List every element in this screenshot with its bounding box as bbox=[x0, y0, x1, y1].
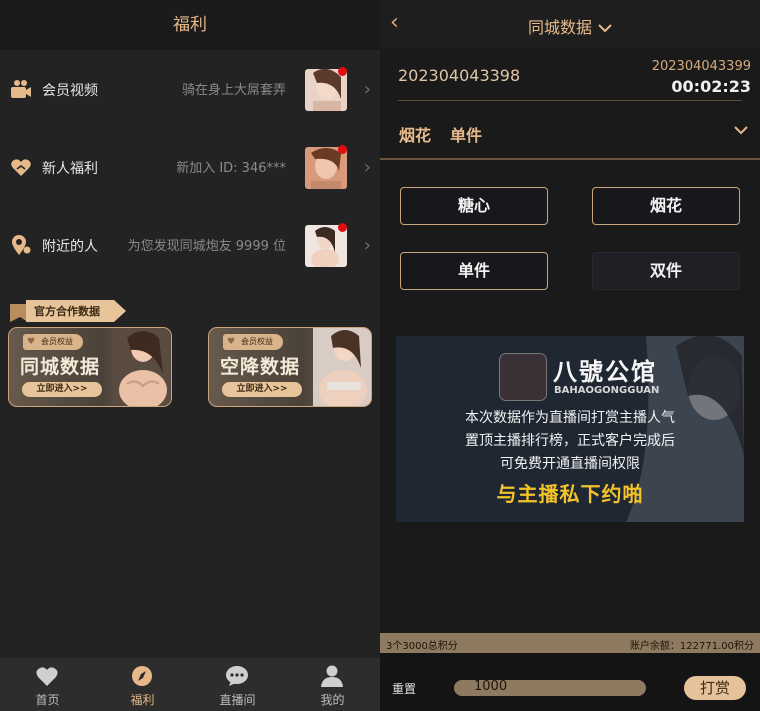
top-bar: ‹ 同城数据 bbox=[380, 0, 760, 48]
tab-label: 首页 bbox=[35, 693, 60, 707]
model-photo bbox=[313, 328, 371, 406]
page-title-dropdown[interactable]: 同城数据 bbox=[380, 14, 760, 38]
tab-home[interactable]: 首页 bbox=[0, 658, 95, 711]
row-title: 附近的人 bbox=[42, 239, 98, 255]
tab-label: 我的 bbox=[320, 693, 345, 707]
ribbon-label: 官方合作数据 bbox=[34, 305, 100, 318]
brand-name-latin: BAHAOGONGGUAN bbox=[554, 385, 660, 396]
total-points: 3个3000总积分 bbox=[386, 641, 458, 652]
banner-highlight: 与主播私下约啪 bbox=[496, 482, 644, 506]
card-city-data[interactable]: 会员权益 同城数据 立即进入>> bbox=[8, 327, 172, 407]
welfare-panel: 福利 会员视频 骑在身上大屌套弄 › 新人福利 新加入 ID: 346*** ›… bbox=[0, 0, 380, 711]
banner-text: 可免费开通直播间权限 bbox=[500, 456, 640, 472]
current-period: 202304043398 bbox=[398, 66, 521, 85]
tab-label: 直播间 bbox=[219, 693, 256, 707]
tab-welfare[interactable]: 福利 bbox=[95, 658, 190, 711]
location-pin-icon bbox=[12, 235, 31, 255]
countdown-timer: 00:02:23 bbox=[671, 77, 751, 96]
reset-button[interactable]: 重置 bbox=[392, 680, 416, 697]
amount-value: 1000 bbox=[474, 679, 508, 694]
selection-summary[interactable]: 烟花 单件 bbox=[380, 112, 760, 158]
brand-logo bbox=[499, 353, 547, 401]
chevron-down-icon bbox=[598, 24, 612, 33]
row-new-user-welfare[interactable]: 新人福利 新加入 ID: 346*** › bbox=[0, 128, 380, 206]
chevron-right-icon: › bbox=[363, 235, 371, 256]
card-title: 空降数据 bbox=[220, 356, 301, 378]
chat-icon bbox=[226, 666, 248, 686]
compass-icon bbox=[132, 666, 152, 686]
bottom-tab-bar: 首页 福利 直播间 我的 bbox=[0, 658, 380, 711]
city-data-panel: ‹ 同城数据 202304043398 202304043399 00:02:2… bbox=[380, 0, 760, 711]
model-photo bbox=[113, 328, 171, 406]
selected-option: 烟花 bbox=[399, 126, 432, 145]
action-bar: 重置 1000 打赏 bbox=[380, 653, 760, 711]
card-tag: 会员权益 bbox=[223, 334, 283, 350]
row-description: 新加入 ID: 346*** bbox=[176, 161, 286, 176]
unread-dot bbox=[338, 67, 347, 76]
banner-text: 本次数据作为直播间打赏主播人气 bbox=[465, 410, 675, 426]
option-button[interactable]: 糖心 bbox=[400, 187, 548, 225]
promo-banner[interactable]: 八號公馆 BAHAOGONGGUAN 本次数据作为直播间打赏主播人气 置顶主播排… bbox=[396, 336, 744, 522]
row-nearby-people[interactable]: 附近的人 为您发现同城炮友 9999 位 › bbox=[0, 206, 380, 284]
tab-live-room[interactable]: 直播间 bbox=[190, 658, 285, 711]
unread-dot bbox=[338, 223, 347, 232]
divider bbox=[380, 158, 760, 160]
next-period: 202304043399 bbox=[651, 59, 751, 74]
brand-name: 八號公馆 bbox=[553, 358, 657, 386]
row-title: 会员视频 bbox=[42, 83, 98, 99]
heart-hand-icon bbox=[11, 159, 31, 176]
banner-text: 置顶主播排行榜，正式客户完成后 bbox=[465, 433, 675, 449]
official-data-ribbon: 官方合作数据 bbox=[10, 300, 126, 322]
row-description: 骑在身上大屌套弄 bbox=[181, 83, 286, 98]
user-icon bbox=[321, 665, 343, 687]
chevron-right-icon: › bbox=[363, 157, 371, 178]
page-title: 福利 bbox=[0, 0, 380, 50]
row-title: 新人福利 bbox=[42, 161, 98, 177]
option-button[interactable]: 烟花 bbox=[592, 187, 740, 225]
tab-label: 福利 bbox=[130, 693, 155, 707]
chevron-right-icon: › bbox=[363, 79, 371, 100]
row-member-video[interactable]: 会员视频 骑在身上大屌套弄 › bbox=[0, 50, 380, 128]
option-button[interactable]: 双件 bbox=[592, 252, 740, 290]
tab-mine[interactable]: 我的 bbox=[285, 658, 380, 711]
divider bbox=[398, 100, 742, 101]
enter-button[interactable]: 立即进入>> bbox=[222, 382, 302, 397]
heart-icon bbox=[36, 667, 58, 686]
card-tag: 会员权益 bbox=[23, 334, 83, 350]
amount-input[interactable]: 1000 bbox=[454, 679, 646, 696]
unread-dot bbox=[338, 145, 347, 154]
option-button[interactable]: 单件 bbox=[400, 252, 548, 290]
card-airdrop-data[interactable]: 会员权益 空降数据 立即进入>> bbox=[208, 327, 372, 407]
screen: 福利 会员视频 骑在身上大屌套弄 › 新人福利 新加入 ID: 346*** ›… bbox=[0, 0, 760, 711]
row-description: 为您发现同城炮友 9999 位 bbox=[127, 239, 286, 254]
card-title: 同城数据 bbox=[20, 356, 101, 378]
chevron-down-icon[interactable] bbox=[733, 122, 749, 138]
account-balance: 账户余额：122771.00积分 bbox=[629, 641, 754, 652]
enter-button[interactable]: 立即进入>> bbox=[22, 382, 102, 397]
page-title: 同城数据 bbox=[527, 18, 592, 37]
selected-option: 单件 bbox=[450, 126, 483, 145]
tip-button[interactable]: 打赏 bbox=[684, 676, 746, 700]
video-camera-icon bbox=[11, 80, 31, 98]
bet-summary-bar: 3个3000总积分 账户余额：122771.00积分 bbox=[380, 633, 760, 653]
